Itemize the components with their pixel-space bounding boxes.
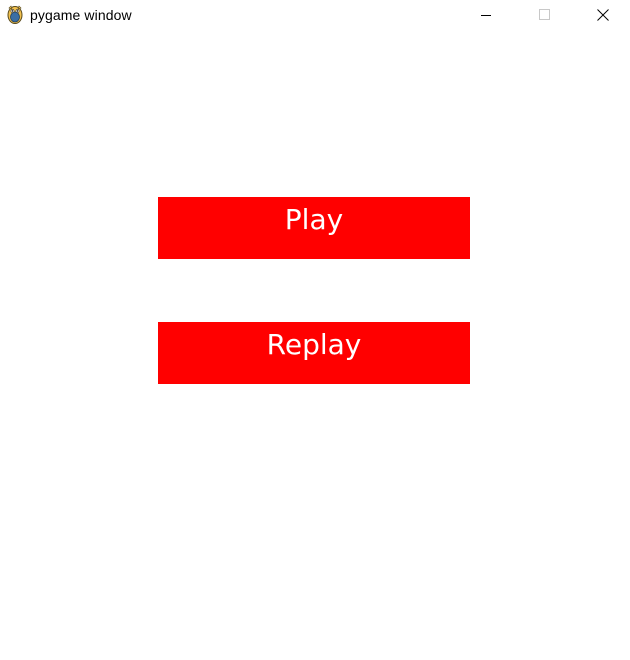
minimize-icon — [481, 15, 491, 16]
close-icon — [597, 9, 609, 21]
game-canvas[interactable]: Play Replay — [0, 31, 630, 660]
maximize-icon — [539, 9, 550, 20]
pygame-snake-icon — [6, 5, 24, 25]
replay-button[interactable]: Replay — [158, 322, 470, 384]
replay-button-label: Replay — [266, 328, 362, 361]
maximize-button[interactable] — [521, 0, 567, 30]
title-bar[interactable]: pygame window — [0, 0, 630, 31]
play-button-label: Play — [284, 203, 344, 236]
play-button[interactable]: Play — [158, 197, 470, 259]
pygame-window: pygame window Play Replay — [0, 0, 630, 660]
minimize-button[interactable] — [463, 0, 509, 30]
window-title: pygame window — [30, 7, 132, 23]
close-button[interactable] — [580, 0, 626, 30]
